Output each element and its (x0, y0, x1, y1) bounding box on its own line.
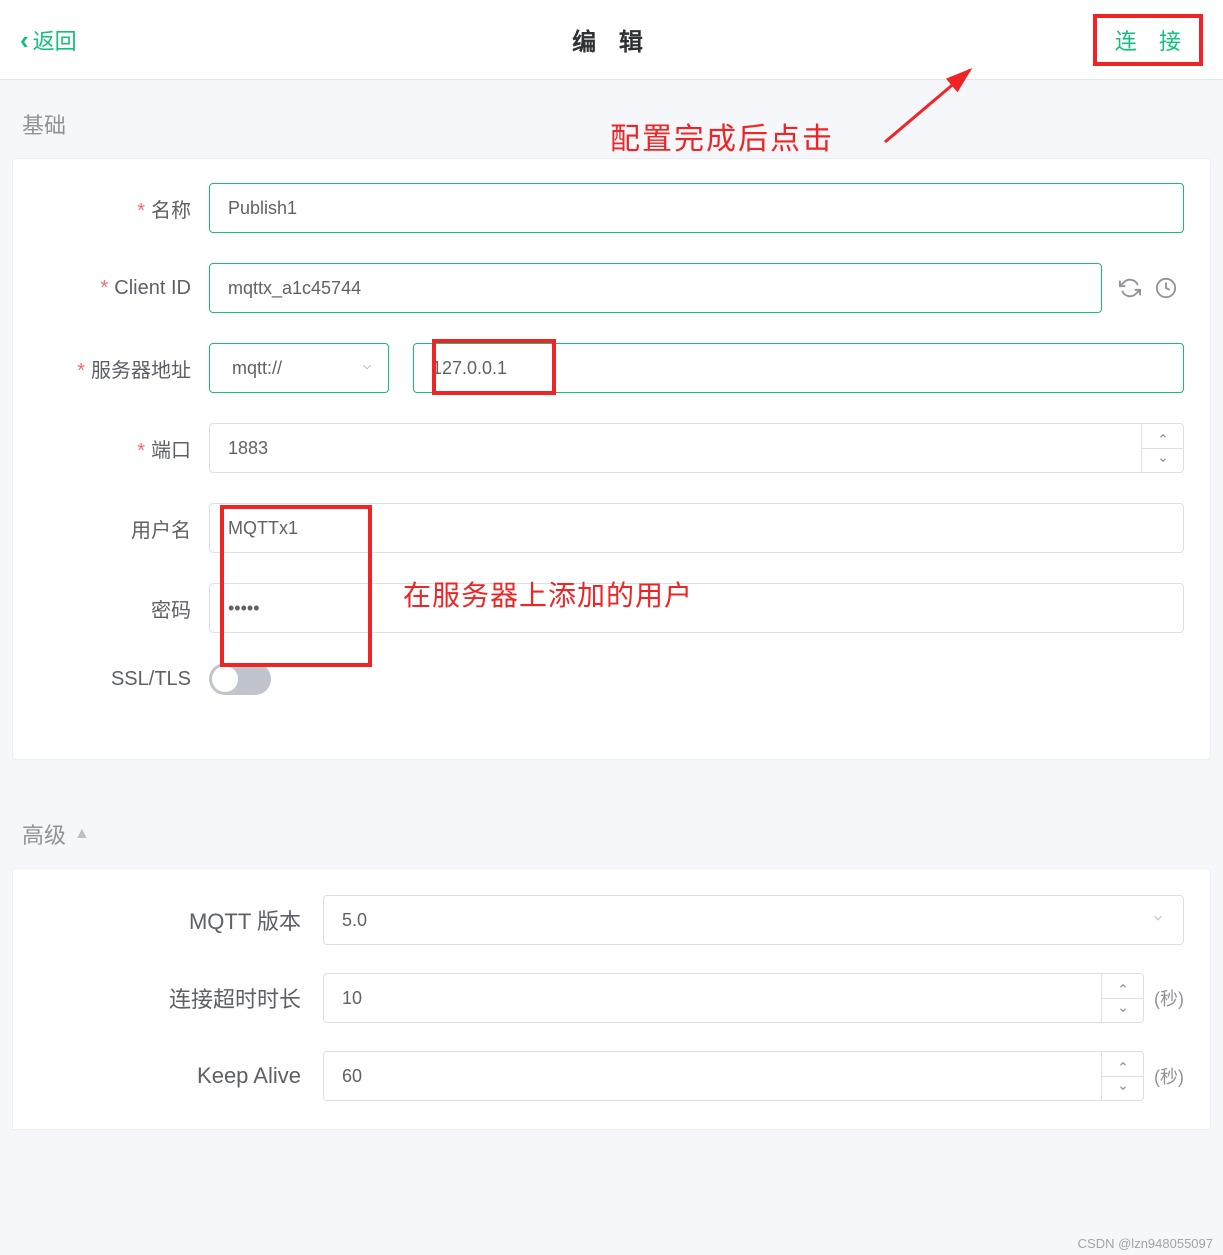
label-client-id: Client ID (13, 277, 209, 300)
advanced-card: MQTT 版本 5.0 连接超时时长 (秒) (12, 868, 1211, 1130)
timeout-stepper (1101, 974, 1143, 1022)
password-input[interactable] (209, 583, 1184, 633)
ssl-toggle[interactable] (209, 663, 271, 695)
annotation-arrow-icon (870, 52, 1000, 152)
label-port: 端口 (13, 434, 209, 463)
annotation-connect-hint: 配置完成后点击 (610, 114, 834, 158)
row-mqtt-version: MQTT 版本 5.0 (13, 895, 1184, 945)
stepper-down-icon[interactable] (1142, 449, 1183, 473)
row-keep-alive: Keep Alive (秒) (13, 1051, 1184, 1101)
mqtt-version-select[interactable]: 5.0 (323, 895, 1184, 945)
header-bar: ‹ 返回 编 辑 连 接 (0, 0, 1223, 80)
row-port: 端口 (13, 423, 1184, 473)
label-connect-timeout: 连接超时时长 (13, 982, 323, 1014)
stepper-up-icon[interactable] (1142, 424, 1183, 449)
keepalive-unit: (秒) (1154, 1063, 1184, 1089)
protocol-select[interactable]: mqtt:// (209, 343, 389, 393)
protocol-value: mqtt:// (232, 358, 282, 379)
mqtt-version-value: 5.0 (342, 910, 367, 931)
back-label: 返回 (33, 24, 77, 56)
row-server: 服务器地址 mqtt:// 127.0.0.1 (13, 343, 1184, 393)
client-id-input[interactable] (209, 263, 1102, 313)
timeout-unit: (秒) (1154, 985, 1184, 1011)
label-name: 名称 (13, 194, 209, 223)
clock-icon[interactable] (1148, 270, 1184, 306)
row-connect-timeout: 连接超时时长 (秒) (13, 973, 1184, 1023)
stepper-down-icon[interactable] (1102, 999, 1143, 1023)
host-input[interactable]: 127.0.0.1 (413, 343, 1184, 393)
name-input[interactable] (209, 183, 1184, 233)
keep-alive-input[interactable] (323, 1051, 1144, 1101)
label-server: 服务器地址 (13, 354, 209, 383)
back-button[interactable]: ‹ 返回 (20, 24, 77, 56)
basic-card: 名称 Client ID 服务器地址 mqtt:// (12, 158, 1211, 760)
label-mqtt-version: MQTT 版本 (13, 904, 323, 936)
host-value: 127.0.0.1 (432, 358, 507, 379)
label-username: 用户名 (13, 514, 209, 543)
row-name: 名称 (13, 183, 1184, 233)
keepalive-stepper (1101, 1052, 1143, 1100)
collapse-up-icon: ▲ (74, 825, 90, 843)
refresh-icon[interactable] (1112, 270, 1148, 306)
row-ssl: SSL/TLS (13, 663, 1184, 695)
chevron-down-icon (360, 358, 374, 379)
label-ssl: SSL/TLS (13, 668, 209, 691)
chevron-down-icon (1151, 911, 1165, 930)
chevron-left-icon: ‹ (20, 27, 29, 53)
annotation-user-text: 在服务器上添加的用户 (403, 574, 693, 614)
stepper-up-icon[interactable] (1102, 1052, 1143, 1077)
port-input[interactable] (209, 423, 1184, 473)
stepper-down-icon[interactable] (1102, 1077, 1143, 1101)
row-username: 用户名 (13, 503, 1184, 553)
label-password: 密码 (13, 594, 209, 623)
connect-label: 连 接 (1115, 29, 1189, 54)
username-input[interactable] (209, 503, 1184, 553)
connect-timeout-input[interactable] (323, 973, 1144, 1023)
connect-button[interactable]: 连 接 (1093, 14, 1203, 66)
stepper-up-icon[interactable] (1102, 974, 1143, 999)
port-stepper (1141, 424, 1183, 472)
watermark: CSDN @lzn948055097 (1078, 1236, 1213, 1251)
section-advanced-label[interactable]: 高级 ▲ (0, 790, 1223, 868)
section-advanced-text: 高级 (22, 818, 66, 850)
page-title: 编 辑 (572, 22, 651, 57)
label-keep-alive: Keep Alive (13, 1063, 323, 1089)
row-client-id: Client ID (13, 263, 1184, 313)
